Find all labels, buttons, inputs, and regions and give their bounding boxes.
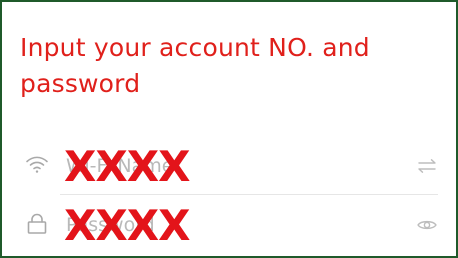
eye-icon[interactable] bbox=[416, 214, 438, 236]
password-redaction: XXXX bbox=[64, 201, 191, 250]
screenshot-frame: Input your account NO. and password Wi-F… bbox=[0, 0, 458, 258]
instruction-title: Input your account NO. and password bbox=[20, 33, 370, 98]
wifi-icon bbox=[24, 152, 50, 178]
lock-icon bbox=[24, 211, 50, 237]
wifi-name-redaction: XXXX bbox=[64, 142, 191, 191]
swap-arrows-icon[interactable] bbox=[416, 155, 438, 177]
field-divider bbox=[60, 194, 438, 195]
